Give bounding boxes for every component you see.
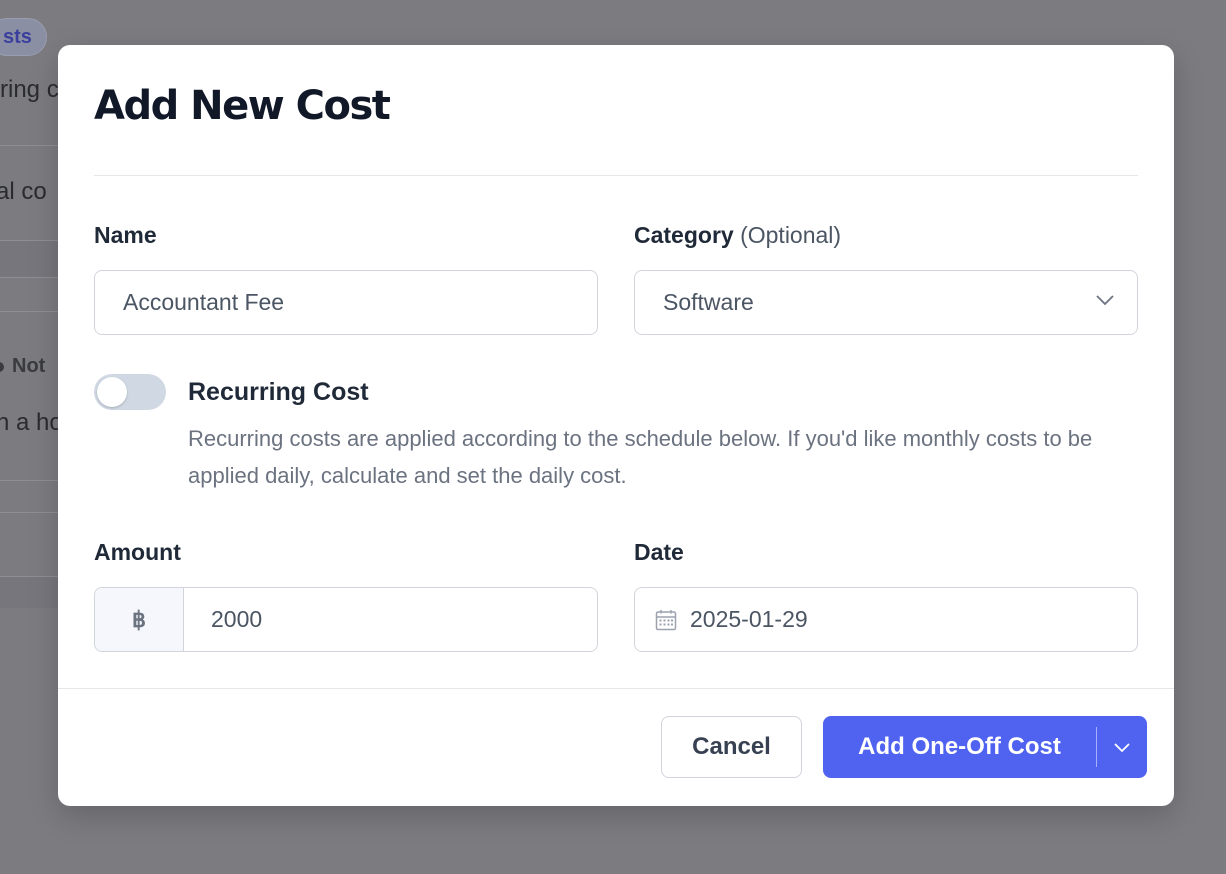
- add-cost-split-button: Add One-Off Cost: [823, 716, 1147, 778]
- amount-input[interactable]: ฿ 2000: [94, 587, 598, 652]
- recurring-description: Recurring costs are applied according to…: [188, 426, 1093, 488]
- category-select[interactable]: Software: [634, 270, 1138, 335]
- chevron-down-icon: [1114, 743, 1130, 753]
- background-text: al co: [0, 178, 47, 205]
- category-label: Category (Optional): [634, 222, 842, 248]
- amount-input-value: 2000: [211, 606, 263, 632]
- optional-hint: (Optional): [740, 222, 842, 248]
- background-divider: [0, 311, 60, 312]
- background-status: Not: [0, 355, 45, 378]
- date-input[interactable]: 2025-01-29: [634, 587, 1138, 652]
- more-options-button[interactable]: [1097, 716, 1147, 778]
- date-input-value: 2025-01-29: [690, 606, 808, 632]
- background-text: ring c: [0, 76, 59, 103]
- background-badge: sts: [0, 18, 47, 56]
- amount-label: Amount: [94, 539, 181, 565]
- currency-prefix: ฿: [95, 588, 184, 651]
- footer-divider: [58, 688, 1174, 689]
- background-divider: [0, 512, 60, 513]
- background-divider: [0, 277, 60, 278]
- calendar-icon: [655, 610, 677, 631]
- cancel-button[interactable]: Cancel: [661, 716, 802, 778]
- recurring-toggle[interactable]: [94, 374, 166, 410]
- background-divider: [0, 480, 60, 481]
- add-one-off-cost-button[interactable]: Add One-Off Cost: [823, 716, 1096, 778]
- background-divider: [0, 145, 60, 146]
- date-label: Date: [634, 539, 684, 565]
- modal-title: Add New Cost: [94, 83, 391, 129]
- name-label: Name: [94, 222, 157, 248]
- name-input-value: Accountant Fee: [123, 289, 285, 315]
- category-select-value: Software: [663, 289, 754, 315]
- add-cost-modal: Add New Cost Name Accountant Fee Categor…: [58, 45, 1174, 806]
- recurring-title: Recurring Cost: [188, 378, 369, 406]
- name-input[interactable]: Accountant Fee: [94, 270, 598, 335]
- background-text: n a ho: [0, 409, 63, 436]
- background-row: [0, 577, 60, 608]
- toggle-knob: [97, 377, 127, 407]
- header-divider: [94, 175, 1138, 176]
- chevron-down-icon: [1096, 295, 1114, 306]
- background-row: [0, 241, 60, 277]
- status-dot-icon: [0, 361, 4, 372]
